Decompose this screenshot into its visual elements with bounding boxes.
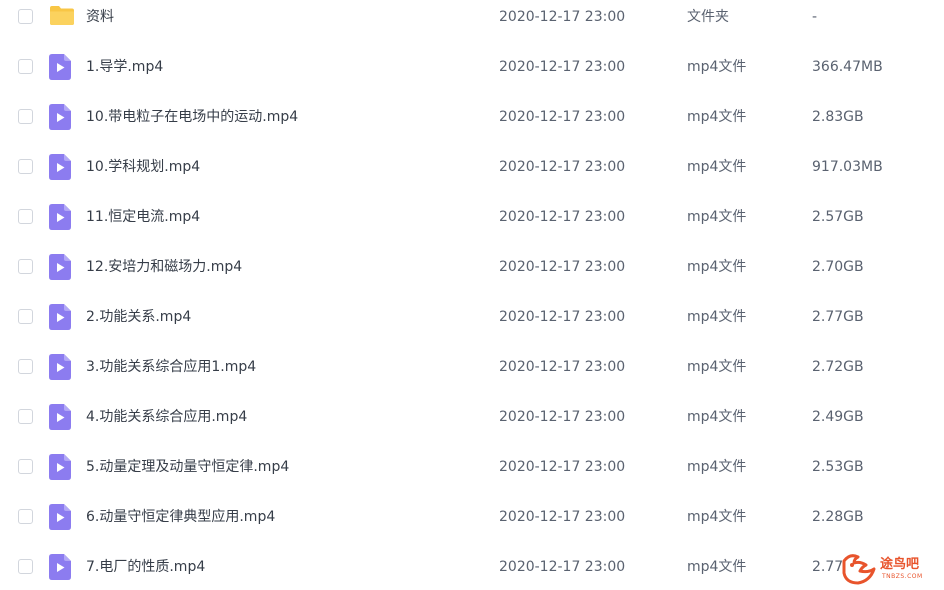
row-checkbox[interactable] xyxy=(18,259,33,274)
row-checkbox[interactable] xyxy=(18,209,33,224)
file-type: mp4文件 xyxy=(687,109,747,125)
video-file-icon xyxy=(49,404,71,434)
file-row[interactable]: 12.安培力和磁场力.mp4 2020-12-17 23:00 mp4文件 2.… xyxy=(0,251,944,301)
video-file-icon xyxy=(49,354,71,384)
file-name[interactable]: 12.安培力和磁场力.mp4 xyxy=(86,257,242,277)
file-name[interactable]: 资料 xyxy=(86,7,114,27)
file-size: 2.28GB xyxy=(812,509,864,525)
video-file-icon xyxy=(49,54,71,84)
file-type: mp4文件 xyxy=(687,359,747,375)
video-file-icon xyxy=(49,554,71,584)
file-row[interactable]: 2.功能关系.mp4 2020-12-17 23:00 mp4文件 2.77GB xyxy=(0,301,944,351)
file-type: 文件夹 xyxy=(687,9,729,25)
file-size: 917.03MB xyxy=(812,159,883,175)
file-size: 2.77 xyxy=(812,559,844,575)
bird-logo-icon xyxy=(842,554,876,585)
file-date: 2020-12-17 23:00 xyxy=(499,509,626,525)
row-checkbox[interactable] xyxy=(18,59,33,74)
file-row[interactable]: 5.动量定理及动量守恒定律.mp4 2020-12-17 23:00 mp4文件… xyxy=(0,451,944,501)
video-file-icon xyxy=(49,154,71,184)
file-size: 2.49GB xyxy=(812,409,864,425)
file-type: mp4文件 xyxy=(687,559,747,575)
file-type: mp4文件 xyxy=(687,409,747,425)
file-name[interactable]: 11.恒定电流.mp4 xyxy=(86,207,200,227)
file-type: mp4文件 xyxy=(687,459,747,475)
row-checkbox[interactable] xyxy=(18,509,33,524)
file-name[interactable]: 1.导学.mp4 xyxy=(86,57,163,77)
file-row[interactable]: 资料 2020-12-17 23:00 文件夹 - xyxy=(0,1,944,51)
file-size: 2.57GB xyxy=(812,209,864,225)
row-checkbox[interactable] xyxy=(18,9,33,24)
file-name[interactable]: 6.动量守恒定律典型应用.mp4 xyxy=(86,507,275,527)
file-name[interactable]: 7.电厂的性质.mp4 xyxy=(86,557,205,577)
file-name[interactable]: 4.功能关系综合应用.mp4 xyxy=(86,407,247,427)
watermark-text: 途鸟吧 xyxy=(880,557,920,572)
row-checkbox[interactable] xyxy=(18,409,33,424)
row-checkbox[interactable] xyxy=(18,559,33,574)
row-checkbox[interactable] xyxy=(18,359,33,374)
row-checkbox[interactable] xyxy=(18,159,33,174)
file-type: mp4文件 xyxy=(687,309,747,325)
file-size: 2.72GB xyxy=(812,359,864,375)
file-row[interactable]: 6.动量守恒定律典型应用.mp4 2020-12-17 23:00 mp4文件 … xyxy=(0,501,944,551)
file-type: mp4文件 xyxy=(687,59,747,75)
file-type: mp4文件 xyxy=(687,159,747,175)
file-size: - xyxy=(812,9,818,25)
file-date: 2020-12-17 23:00 xyxy=(499,59,626,75)
file-row[interactable]: 1.导学.mp4 2020-12-17 23:00 mp4文件 366.47MB xyxy=(0,51,944,101)
file-date: 2020-12-17 23:00 xyxy=(499,209,626,225)
watermark-logo: 途鸟吧 TNBZS.COM xyxy=(840,551,940,587)
file-type: mp4文件 xyxy=(687,259,747,275)
row-checkbox[interactable] xyxy=(18,109,33,124)
file-date: 2020-12-17 23:00 xyxy=(499,409,626,425)
file-date: 2020-12-17 23:00 xyxy=(499,559,626,575)
file-date: 2020-12-17 23:00 xyxy=(499,309,626,325)
file-name[interactable]: 2.功能关系.mp4 xyxy=(86,307,191,327)
file-size: 2.77GB xyxy=(812,309,864,325)
file-date: 2020-12-17 23:00 xyxy=(499,259,626,275)
video-file-icon xyxy=(49,104,71,134)
file-row[interactable]: 3.功能关系综合应用1.mp4 2020-12-17 23:00 mp4文件 2… xyxy=(0,351,944,401)
video-file-icon xyxy=(49,304,71,334)
file-type: mp4文件 xyxy=(687,209,747,225)
file-name[interactable]: 10.学科规划.mp4 xyxy=(86,157,200,177)
file-size: 2.70GB xyxy=(812,259,864,275)
file-date: 2020-12-17 23:00 xyxy=(499,359,626,375)
file-size: 2.53GB xyxy=(812,459,864,475)
file-name[interactable]: 3.功能关系综合应用1.mp4 xyxy=(86,357,256,377)
file-list: 资料 2020-12-17 23:00 文件夹 - 1.导学.mp4 2020-… xyxy=(0,0,944,590)
file-size: 366.47MB xyxy=(812,59,883,75)
video-file-icon xyxy=(49,504,71,534)
file-date: 2020-12-17 23:00 xyxy=(499,159,626,175)
file-row[interactable]: 10.学科规划.mp4 2020-12-17 23:00 mp4文件 917.0… xyxy=(0,151,944,201)
file-row[interactable]: 10.带电粒子在电场中的运动.mp4 2020-12-17 23:00 mp4文… xyxy=(0,101,944,151)
file-row[interactable]: 7.电厂的性质.mp4 2020-12-17 23:00 mp4文件 2.77 xyxy=(0,551,944,590)
video-file-icon xyxy=(49,204,71,234)
file-row[interactable]: 11.恒定电流.mp4 2020-12-17 23:00 mp4文件 2.57G… xyxy=(0,201,944,251)
watermark-url: TNBZS.COM xyxy=(882,573,923,580)
file-size: 2.83GB xyxy=(812,109,864,125)
file-date: 2020-12-17 23:00 xyxy=(499,459,626,475)
file-type: mp4文件 xyxy=(687,509,747,525)
video-file-icon xyxy=(49,454,71,484)
file-date: 2020-12-17 23:00 xyxy=(499,109,626,125)
file-name[interactable]: 10.带电粒子在电场中的运动.mp4 xyxy=(86,107,298,127)
file-date: 2020-12-17 23:00 xyxy=(499,9,626,25)
file-row[interactable]: 4.功能关系综合应用.mp4 2020-12-17 23:00 mp4文件 2.… xyxy=(0,401,944,451)
row-checkbox[interactable] xyxy=(18,309,33,324)
file-name[interactable]: 5.动量定理及动量守恒定律.mp4 xyxy=(86,457,289,477)
row-checkbox[interactable] xyxy=(18,459,33,474)
video-file-icon xyxy=(49,254,71,284)
folder-icon xyxy=(49,4,75,30)
